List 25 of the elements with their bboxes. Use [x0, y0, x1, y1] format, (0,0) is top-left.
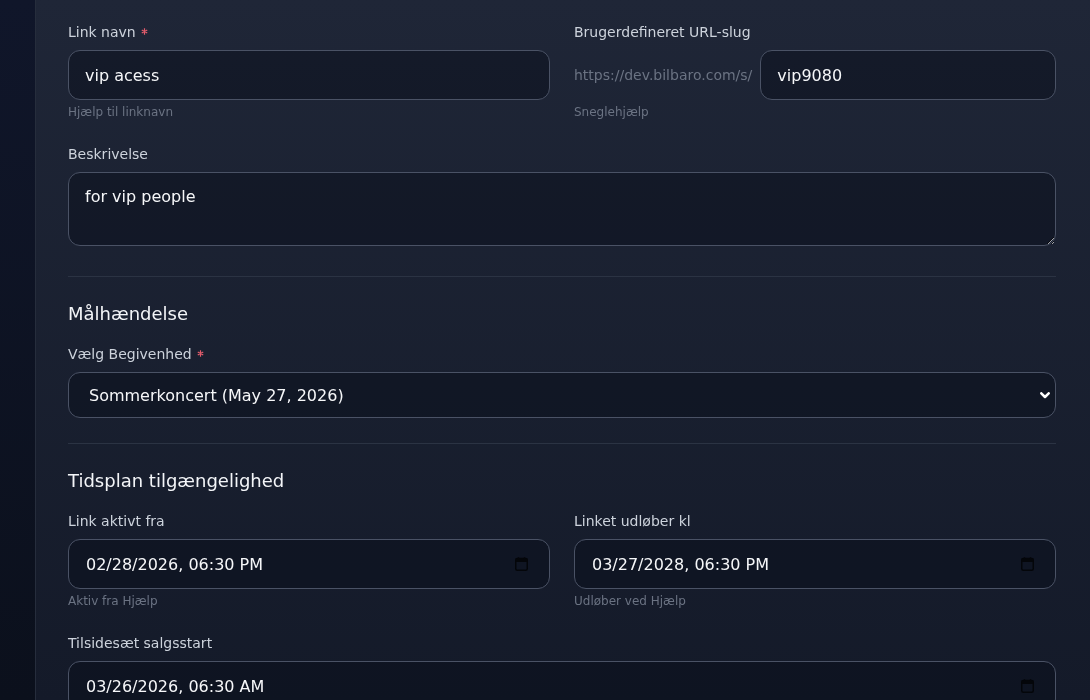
chevron-down-icon — [1040, 391, 1050, 399]
description-field[interactable]: for vip people — [68, 172, 1056, 246]
calendar-icon[interactable] — [1021, 679, 1034, 693]
calendar-icon[interactable] — [1021, 557, 1034, 571]
event-select[interactable]: Sommerkoncert (May 27, 2026) — [68, 372, 1056, 418]
calendar-icon[interactable] — [515, 557, 528, 571]
text-field[interactable]: vip acess — [68, 50, 550, 100]
field-label: Vælg Begivenhed — [68, 345, 192, 364]
datetime-field[interactable]: 03/27/2028, 06:30 PM — [574, 539, 1056, 589]
field-label: Tilsidesæt salgsstart — [68, 634, 213, 653]
help-text: Sneglehjælp — [574, 104, 650, 120]
url-prefix: https://dev.bilbaro.com/s/ — [574, 67, 753, 83]
field-label: Linket udløber kl — [574, 512, 691, 531]
field-label: Link navn — [68, 23, 136, 42]
help-text: Aktiv fra Hjælp — [68, 593, 159, 609]
field-label: Link aktivt fra — [68, 512, 165, 531]
field-label: Brugerdefineret URL-slug — [574, 23, 751, 42]
help-text: Udløber ved Hjælp — [574, 593, 687, 609]
help-text: Hjælp til linknavn — [68, 104, 174, 120]
slug-field[interactable]: vip9080 — [760, 50, 1056, 100]
section-heading: Målhændelse — [68, 302, 189, 326]
datetime-field[interactable]: 03/26/2026, 06:30 AM — [68, 661, 1056, 700]
section-heading: Tidsplan tilgængelighed — [68, 469, 286, 493]
datetime-field[interactable]: 02/28/2026, 06:30 PM — [68, 539, 550, 589]
field-label: Beskrivelse — [68, 145, 148, 164]
